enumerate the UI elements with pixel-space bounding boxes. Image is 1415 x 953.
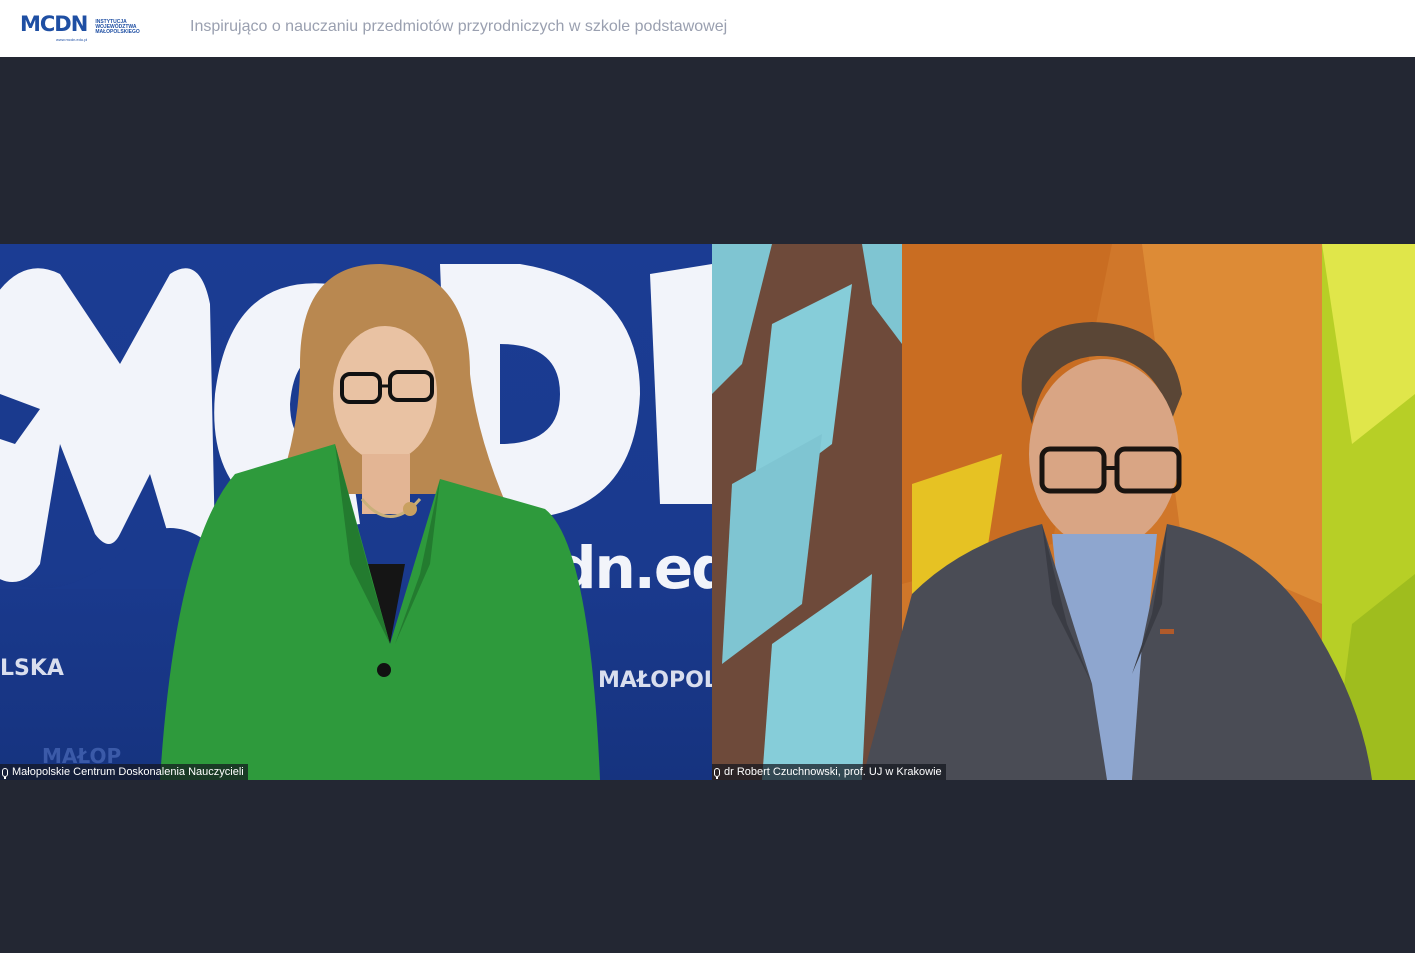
logo-text: MCDN	[20, 12, 88, 36]
logo-url: www.mcdn.edu.pl	[55, 37, 88, 42]
participant-name: Małopolskie Centrum Doskonalenia Nauczyc…	[12, 766, 244, 778]
mic-icon	[2, 767, 8, 779]
participant-name: dr Robert Czuchnowski, prof. UJ w Krakow…	[724, 766, 942, 778]
mic-icon	[714, 767, 720, 779]
video-stage: dn.ed LSKA MAŁOPOL MAŁOP Małopolskie Cen…	[0, 57, 1415, 953]
participant-name-tag: Małopolskie Centrum Doskonalenia Nauczyc…	[0, 764, 248, 780]
speaker-woman-figure	[160, 264, 600, 780]
participant-name-tag: dr Robert Czuchnowski, prof. UJ w Krakow…	[712, 764, 946, 780]
participant-tile-right[interactable]: dr Robert Czuchnowski, prof. UJ w Krakow…	[712, 244, 1415, 780]
participant-tile-left[interactable]: dn.ed LSKA MAŁOPOL MAŁOP Małopolskie Cen…	[0, 244, 712, 780]
mcdn-logo[interactable]: MCDN www.mcdn.edu.pl INSTYTUCJA WOJEWÓDZ…	[20, 12, 147, 42]
top-bar: MCDN www.mcdn.edu.pl INSTYTUCJA WOJEWÓDZ…	[0, 0, 1415, 57]
speaker-man-figure	[862, 322, 1372, 780]
meeting-title: Inspirująco o nauczaniu przedmiotów przy…	[190, 18, 728, 35]
logo-institution: INSTYTUCJA WOJEWÓDZTWA MAŁOPOLSKIEGO	[95, 19, 140, 35]
logo-mark: MCDN www.mcdn.edu.pl	[20, 12, 88, 42]
